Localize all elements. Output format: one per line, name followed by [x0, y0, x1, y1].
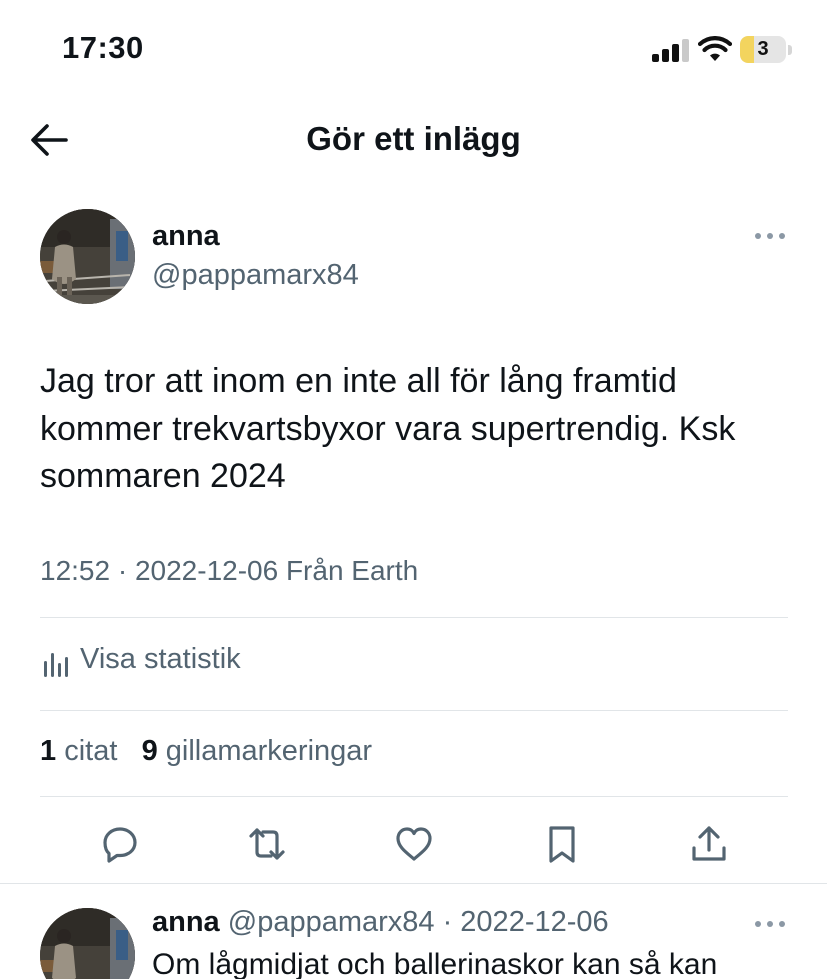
divider — [40, 617, 788, 618]
author-name[interactable]: anna — [152, 220, 220, 253]
quotes-label[interactable]: citat — [64, 735, 117, 767]
battery-cap — [788, 45, 792, 55]
reply-text: Om lågmidjat och ballerinaskor kan så ka… — [152, 948, 718, 979]
divider — [40, 796, 788, 797]
retweet-button[interactable] — [243, 820, 291, 868]
reply-header: anna @pappamarx84 · 2022-12-06 — [152, 906, 609, 939]
reply-meta: @pappamarx84 · 2022-12-06 — [227, 906, 609, 938]
post-text: Jag tror att inom en inte all för lång f… — [40, 362, 736, 495]
bookmark-button[interactable] — [538, 820, 586, 868]
retweet-icon — [249, 828, 285, 860]
bookmark-icon — [549, 826, 575, 863]
statistics-icon — [44, 653, 68, 677]
statistics-label: Visa statistik — [80, 643, 241, 675]
wifi-icon — [698, 36, 732, 61]
page-title: Gör ett inlägg — [306, 120, 521, 157]
battery-icon: 3 — [740, 36, 792, 63]
divider — [40, 710, 788, 711]
status-time: 17:30 — [62, 30, 144, 65]
engagement-counts: 1 citat 9 gillamarkeringar — [40, 735, 372, 768]
quotes-count[interactable]: 1 — [40, 735, 56, 767]
reply-author-name[interactable]: anna — [152, 906, 220, 938]
likes-label[interactable]: gillamarkeringar — [166, 735, 372, 767]
reply-avatar[interactable] — [40, 908, 135, 979]
avatar[interactable] — [40, 209, 135, 304]
reply-button[interactable] — [96, 820, 144, 868]
post-timestamp: 12:52 · 2022-12-06 Från Earth — [40, 555, 419, 586]
author-handle[interactable]: @pappamarx84 — [152, 259, 359, 292]
reply-icon — [103, 827, 137, 863]
battery-level: 3 — [757, 38, 769, 60]
like-icon — [396, 827, 432, 861]
avatar-photo — [40, 908, 135, 979]
more-options-icon[interactable] — [754, 918, 786, 930]
share-button[interactable] — [685, 820, 733, 868]
share-icon — [692, 826, 726, 861]
battery-body: 3 — [740, 36, 786, 63]
cellular-signal-icon — [652, 39, 689, 62]
avatar-photo — [40, 209, 135, 304]
status-bar: 17:30 3 — [0, 0, 827, 100]
divider — [0, 883, 827, 884]
like-button[interactable] — [390, 820, 438, 868]
more-options-icon[interactable] — [754, 230, 786, 242]
likes-count[interactable]: 9 — [142, 735, 158, 767]
